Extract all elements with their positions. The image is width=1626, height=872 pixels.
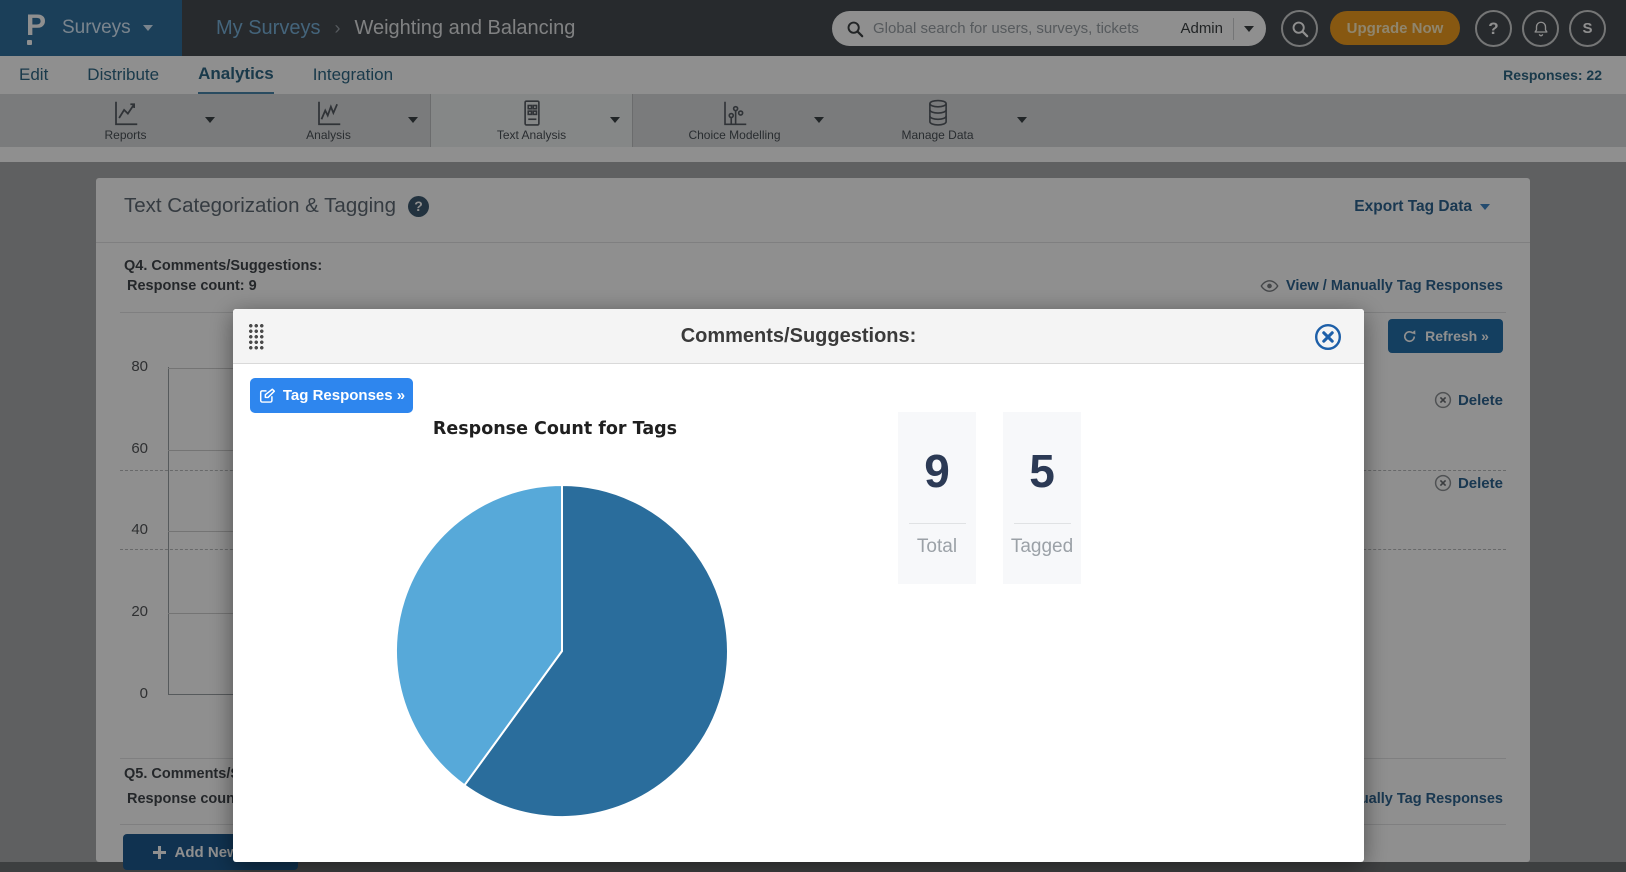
total-value: 9 <box>924 448 950 494</box>
stat-total: 9 Total <box>898 412 976 584</box>
close-icon <box>1314 323 1342 351</box>
pie-chart <box>393 482 731 820</box>
tag-responses-button[interactable]: Tag Responses » <box>250 378 413 413</box>
tagged-value: 5 <box>1029 448 1055 494</box>
divider <box>1014 523 1071 524</box>
comments-suggestions-dialog: Comments/Suggestions: Tag Responses » Re… <box>233 309 1364 862</box>
pie-chart-title: Response Count for Tags <box>355 419 755 439</box>
stat-tagged: 5 Tagged <box>1003 412 1081 584</box>
tagged-label: Tagged <box>1011 536 1073 558</box>
dialog-header: Comments/Suggestions: <box>233 309 1364 364</box>
total-label: Total <box>917 536 957 558</box>
dialog-title: Comments/Suggestions: <box>233 309 1364 364</box>
close-button[interactable] <box>1314 323 1342 351</box>
divider <box>909 523 966 524</box>
edit-icon <box>258 387 275 404</box>
drag-handle-icon[interactable] <box>248 323 264 350</box>
